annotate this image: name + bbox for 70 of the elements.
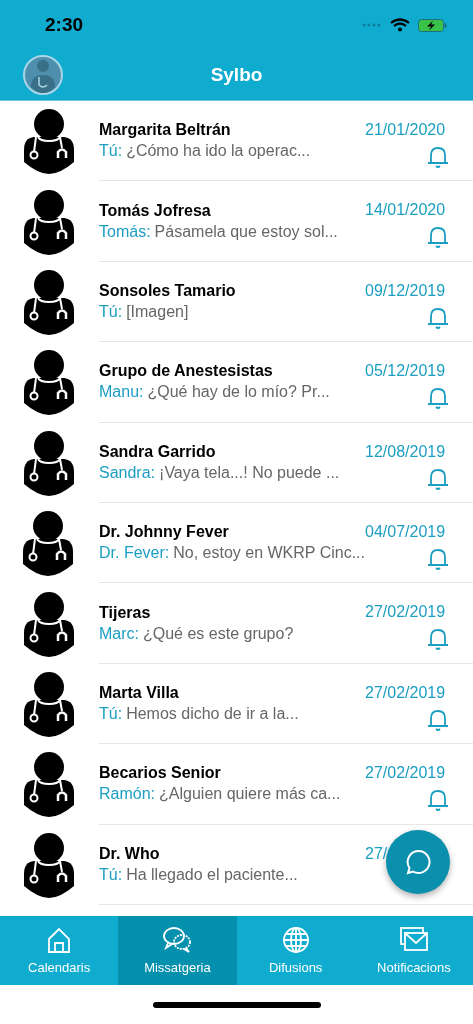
message-preview: Pásamela que estoy sol... — [154, 222, 338, 241]
chat-date: 04/07/2019 — [365, 522, 446, 541]
bell-icon[interactable] — [427, 788, 449, 813]
bell-icon[interactable] — [427, 225, 449, 250]
chat-name: Becarios Senior — [99, 764, 222, 783]
message-preview: Hemos dicho de ir a la... — [126, 704, 299, 723]
chat-row[interactable]: Marta Villa Tú: Hemos dicho de ir a la... 27/02/2019 — [99, 663, 473, 745]
app-title: Sylbo — [210, 64, 263, 86]
globe-icon — [280, 926, 311, 954]
chat-name: Marta Villa — [99, 683, 180, 702]
sender-name: Ramón: — [99, 785, 156, 804]
chat-name: Tomás Jofresa — [99, 201, 212, 220]
chat-name: Sandra Garrido — [99, 442, 217, 461]
chat-date: 27/02/2019 — [365, 603, 446, 622]
chat-name: Dr. Who — [99, 844, 161, 863]
chat-name: Grupo de Anestesistas — [99, 362, 274, 381]
chat-date: 27/ — [365, 844, 388, 863]
chat-row[interactable]: Margarita Beltrán Tú: ¿Cómo ha ido la operac... 21/01/2020 — [99, 101, 473, 182]
chat-name: Margarita Beltrán — [99, 121, 232, 140]
message-preview: Ha llegado el paciente... — [126, 865, 298, 884]
message-preview: [Imagen] — [126, 302, 189, 321]
chat-date: 21/01/2020 — [365, 121, 446, 139]
mail-icon — [398, 926, 429, 954]
chat-row[interactable]: Dr. Johnny Fever Dr. Fever: No, estoy en WKRP Cinc... 04/07/2019 — [99, 502, 473, 584]
signal-icon — [362, 23, 382, 27]
bell-icon[interactable] — [427, 145, 449, 169]
chat-date: 14/01/2020 — [365, 201, 446, 220]
sender-name: Tú: — [99, 142, 123, 161]
bell-icon[interactable] — [427, 466, 449, 491]
bell-icon[interactable] — [427, 627, 449, 652]
chat-name: Sonsoles Tamario — [99, 281, 237, 300]
status-time: 2:30 — [45, 14, 84, 36]
sender-name: Sandra: — [99, 463, 156, 482]
chat-row[interactable]: Sonsoles Tamario Tú: [Imagen] 09/12/2019 — [99, 261, 473, 343]
message-preview: ¿Qué es este grupo? — [143, 624, 294, 643]
chat-bubble-icon — [405, 849, 431, 875]
chat-row[interactable]: Becarios Senior Ramón: ¿Alguien quiere más ca... 27/02/2019 — [99, 744, 473, 825]
chat-row[interactable]: Sandra Garrido Sandra: ¡Vaya tela...! No puede ... 12/08/2019 — [99, 422, 473, 503]
nav-tab[interactable]: Missatgeria — [118, 916, 237, 985]
sender-name: Tú: — [99, 302, 123, 321]
sender-name: Manu: — [99, 383, 144, 402]
sender-name: Dr. Fever: — [99, 544, 170, 563]
message-preview: ¿Qué hay de lo mío? Pr... — [147, 383, 330, 402]
message-preview: ¡Vaya tela...! No puede ... — [159, 463, 340, 482]
chat-date: 27/02/2019 — [365, 683, 446, 702]
bell-icon[interactable] — [427, 305, 449, 330]
sender-name: Tú: — [99, 865, 123, 884]
bell-icon[interactable] — [427, 386, 449, 411]
chat-name: Dr. Johnny Fever — [99, 523, 230, 542]
profile-avatar-icon[interactable] — [23, 55, 63, 95]
message-preview: ¿Alguien quiere más ca... — [159, 785, 341, 804]
sender-name: Marc: — [99, 624, 139, 643]
bell-icon[interactable] — [427, 707, 449, 732]
sender-name: Tomás: — [99, 222, 151, 241]
chat-row[interactable]: Grupo de Anestesistas Manu: ¿Qué hay de lo mío? Pr... 05/12/2019 — [99, 342, 473, 423]
chat-row[interactable]: Tomás Jofresa Tomás: Pásamela que estoy sol... 14/01/2020 — [99, 181, 473, 262]
chat-row[interactable]: Tijeras Marc: ¿Qué es este grupo? 27/02/2019 — [99, 583, 473, 664]
battery-icon — [418, 18, 447, 32]
wifi-icon — [390, 18, 410, 32]
message-preview: No, estoy en WKRP Cinc... — [173, 544, 365, 563]
chat-name: Tijeras — [99, 603, 152, 622]
chat-date: 05/12/2019 — [365, 362, 446, 381]
sender-name: Tú: — [99, 704, 123, 723]
chat-date: 12/08/2019 — [365, 442, 446, 461]
chat-date: 27/02/2019 — [365, 764, 446, 783]
chat-date: 09/12/2019 — [365, 281, 446, 300]
bell-icon[interactable] — [427, 546, 449, 571]
message-preview: ¿Cómo ha ido la operac... — [126, 142, 311, 161]
new-chat-button[interactable] — [386, 830, 450, 894]
chat-bubbles-icon — [162, 926, 193, 954]
